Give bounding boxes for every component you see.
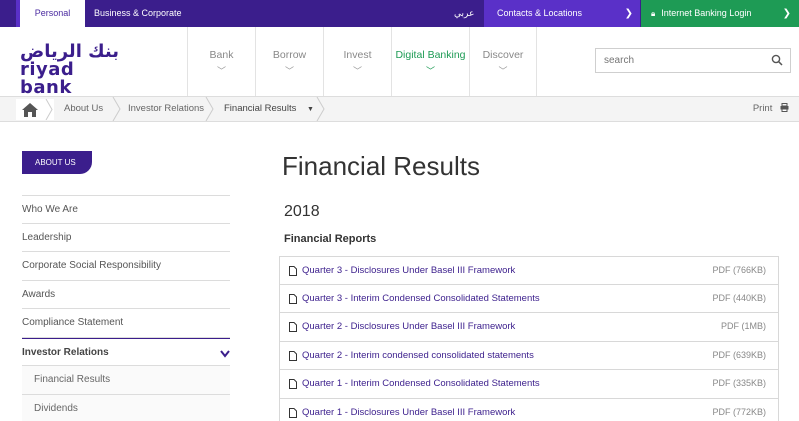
contacts-locations-menu[interactable]: Contacts & Locations ❯ [484,0,640,27]
breadcrumb-investor-relations[interactable]: Investor Relations [128,97,204,121]
reports-list: Quarter 3 - Disclosures Under Basel III … [279,256,779,421]
internet-banking-login-label: Internet Banking Login [661,8,752,18]
nav-digital-banking[interactable]: Digital Banking ﹀ [391,27,469,96]
main-nav: Bank ﹀ Borrow ﹀ Invest ﹀ Digital Banking… [187,27,537,96]
contacts-locations-label: Contacts & Locations [497,8,583,18]
sidebar-subitem-financial-results[interactable]: Financial Results [22,366,230,395]
report-title: Quarter 1 - Disclosures Under Basel III … [302,406,516,418]
search-icon[interactable] [771,54,783,66]
lock-icon: 🔒︎ [651,9,656,18]
nav-invest[interactable]: Invest ﹀ [323,27,391,96]
nav-bank-label: Bank [209,49,234,61]
document-icon [289,407,297,418]
chevron-down-icon: ﹀ [425,66,435,76]
report-file-size: PDF (772KB) [712,406,766,417]
chevron-down-icon: ❯ [782,8,791,19]
nav-borrow-label: Borrow [272,49,307,61]
report-file-size: PDF (766KB) [712,265,766,275]
report-link[interactable]: Quarter 1 - Disclosures Under Basel III … [279,398,779,421]
printer-icon [780,103,789,112]
breadcrumb-home[interactable] [16,98,54,121]
breadcrumb-separator [316,97,325,121]
sidebar-menu: Who We Are Leadership Corporate Social R… [22,195,230,421]
sidebar-section-about-us[interactable]: ABOUT US [22,151,92,174]
chevron-down-icon: ﹀ [216,66,226,76]
sidebar-item-investor-relations[interactable]: Investor Relations [22,337,230,369]
breadcrumb: About Us Investor Relations Financial Re… [0,96,799,122]
report-link[interactable]: Quarter 3 - Interim Condensed Consolidat… [279,284,779,313]
report-link[interactable]: Quarter 2 - Disclosures Under Basel III … [279,313,779,342]
report-link[interactable]: Quarter 1 - Interim Condensed Consolidat… [279,370,779,399]
breadcrumb-separator [205,97,214,121]
home-icon [22,98,53,121]
sidebar-item-who-we-are[interactable]: Who We Are [22,195,230,224]
riyad-bank-logo[interactable]: بنك الرياض riyad bank [20,43,130,97]
sidebar-item-compliance-statement[interactable]: Compliance Statement [22,309,230,338]
financial-reports-heading: Financial Reports [284,233,377,245]
report-title: Quarter 2 - Disclosures Under Basel III … [302,321,516,332]
sidebar-subitem-dividends[interactable]: Dividends [22,394,230,421]
search-input[interactable] [596,49,766,72]
year-heading: 2018 [284,203,320,220]
breadcrumb-financial-results[interactable]: Financial Results ▼ [224,97,314,121]
report-title: Quarter 3 - Disclosures Under Basel III … [302,265,516,276]
chevron-down-icon: ﹀ [284,66,294,76]
sidebar-item-csr[interactable]: Corporate Social Responsibility [22,252,230,281]
breadcrumb-separator [112,97,121,121]
nav-discover-label: Discover [482,49,524,61]
sidebar-item-investor-relations-label: Investor Relations [22,346,109,358]
breadcrumb-financial-results-label: Financial Results [224,103,297,114]
tab-personal[interactable]: Personal [16,0,85,27]
nav-bank[interactable]: Bank ﹀ [187,27,255,96]
top-bar: Personal Business & Corporate عربي Conta… [0,0,799,27]
chevron-down-icon: ﹀ [352,66,362,76]
nav-borrow[interactable]: Borrow ﹀ [255,27,323,96]
report-title: Quarter 2 - Interim condensed consolidat… [302,349,534,361]
report-link[interactable]: Quarter 2 - Interim condensed consolidat… [279,341,779,370]
chevron-down-icon: ﹀ [498,66,508,76]
sidebar-item-leadership[interactable]: Leadership [22,224,230,252]
nav-digital-banking-label: Digital Banking [395,49,466,61]
report-title: Quarter 1 - Interim Condensed Consolidat… [302,378,540,389]
report-file-size: PDF (639KB) [712,349,766,360]
language-arabic-link[interactable]: عربي [454,0,474,27]
nav-discover[interactable]: Discover ﹀ [469,27,537,96]
print-button[interactable]: Print [753,97,789,121]
sidebar-item-awards[interactable]: Awards [22,281,230,309]
logo-english-text: riyad bank [20,59,75,98]
report-link[interactable]: Quarter 3 - Disclosures Under Basel III … [279,256,779,285]
document-icon [289,350,297,361]
breadcrumb-about-us[interactable]: About Us [64,97,103,121]
tab-business-corporate[interactable]: Business & Corporate [94,0,182,27]
search-box [595,48,791,73]
site-header: بنك الرياض riyad bank Bank ﹀ Borrow ﹀ In… [0,27,799,97]
report-file-size: PDF (1MB) [721,321,766,331]
print-label: Print [752,103,773,114]
page-title: Financial Results [282,151,480,181]
internet-banking-login-button[interactable]: 🔒︎ Internet Banking Login ❯ [641,0,799,27]
document-icon [289,379,297,389]
document-icon [289,293,297,304]
document-icon [289,266,297,276]
nav-invest-label: Invest [343,49,372,61]
document-icon [289,322,297,332]
caret-down-icon: ▼ [306,106,314,113]
report-file-size: PDF (440KB) [712,292,766,303]
chevron-down-icon [220,339,230,369]
report-file-size: PDF (335KB) [712,378,766,388]
chevron-down-icon: ❯ [624,8,633,19]
report-title: Quarter 3 - Interim Condensed Consolidat… [302,292,540,304]
